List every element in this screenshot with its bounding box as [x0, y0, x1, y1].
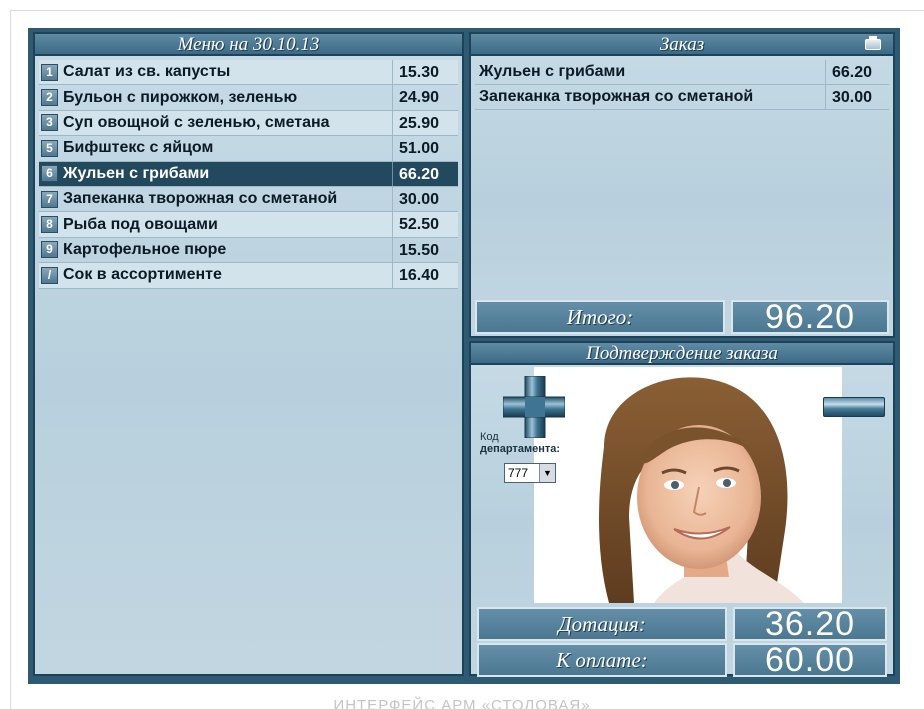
menu-item-price: 15.50	[392, 237, 458, 263]
department-code-value: 777	[508, 466, 529, 480]
page-caption: ИНТЕРФЕЙС АРМ «СТОЛОВАЯ»	[333, 697, 591, 709]
subsidy-label: Дотация:	[477, 607, 727, 641]
order-item-price: 30.00	[825, 85, 889, 109]
department-code-label: Код департамента:	[480, 431, 570, 455]
menu-item-price: 51.00	[392, 136, 458, 161]
menu-item-number: 9	[41, 241, 58, 259]
order-item-name: Запеканка творожная со сметаной	[479, 88, 754, 105]
menu-item-number: 1	[41, 63, 58, 81]
menu-item-number: 8	[41, 216, 58, 234]
menu-item-number: 5	[41, 139, 58, 157]
menu-item-name: Суп овощной с зеленью, сметана	[63, 113, 330, 131]
order-item-price: 66.20	[825, 60, 889, 84]
menu-item[interactable]: 3 Суп овощной с зеленью, сметана 25.90	[39, 110, 458, 137]
menu-item-price: 52.50	[392, 212, 458, 237]
printer-icon[interactable]	[865, 36, 881, 50]
menu-item-price: 24.90	[392, 85, 458, 110]
add-plus-button[interactable]	[502, 375, 566, 439]
menu-item-price: 15.30	[392, 60, 458, 85]
menu-item[interactable]: 6 Жульен с грибами 66.20	[39, 161, 458, 187]
menu-item[interactable]: 1 Салат из св. капусты 15.30	[39, 60, 458, 86]
total-label: Итого:	[475, 300, 725, 334]
to-pay-label: К оплате:	[477, 643, 727, 677]
menu-item-price: 16.40	[392, 263, 458, 288]
menu-item-name: Рыба под овощами	[63, 215, 218, 233]
menu-list: 1 Салат из св. капусты 15.30 2 Бульон с пиро…	[39, 60, 458, 289]
order-title-text: Заказ	[659, 34, 705, 55]
canteen-app-window: Меню на 30.10.13 1 Салат из св. капусты 15…	[28, 28, 900, 684]
menu-item-number: 6	[41, 165, 58, 183]
department-code-label-line2: департамента:	[480, 443, 561, 455]
order-list: Жульен с грибами 66.20 Запеканка творожная…	[475, 60, 889, 110]
order-title: Заказ	[471, 34, 893, 56]
menu-item-name: Салат из св. капусты	[63, 63, 231, 81]
order-item-name: Жульен с грибами	[479, 63, 626, 80]
confirm-panel: Подтверждение заказа Код департамента: 7…	[469, 341, 895, 677]
menu-item-name: Жульен с грибами	[63, 164, 210, 182]
order-item[interactable]: Жульен с грибами 66.20	[475, 60, 889, 85]
customer-photo-image	[534, 367, 842, 603]
remove-minus-button[interactable]	[823, 397, 885, 417]
menu-item[interactable]: 8 Рыба под овощами 52.50	[39, 212, 458, 238]
to-pay-value: 60.00	[733, 643, 887, 677]
menu-item-name: Бульон с пирожком, зеленью	[63, 88, 298, 106]
confirm-title: Подтверждение заказа	[471, 343, 893, 365]
menu-item-name: Запеканка творожная со сметаной	[63, 190, 338, 208]
order-item[interactable]: Запеканка творожная со сметаной 30.00	[475, 85, 889, 110]
menu-item-name: Картофельное пюре	[63, 240, 227, 258]
menu-item-number: 3	[41, 114, 58, 132]
menu-item[interactable]: 7 Запеканка творожная со сметаной 30.00	[39, 186, 458, 213]
plus-icon	[502, 375, 566, 439]
menu-item-number: 7	[41, 190, 58, 208]
menu-title: Меню на 30.10.13	[35, 34, 462, 56]
order-panel: Заказ Жульен с грибами 66.20 Запеканка тво…	[469, 32, 895, 338]
menu-item-number: /	[41, 266, 58, 284]
department-code-select[interactable]: 777 ▼	[504, 463, 556, 483]
department-code-label-line1: Код	[480, 431, 499, 443]
customer-photo	[534, 367, 842, 603]
menu-panel: Меню на 30.10.13 1 Салат из св. капусты 15…	[33, 32, 464, 676]
menu-item-price: 25.90	[392, 110, 458, 136]
total-row: Итого: 96.20	[475, 300, 889, 334]
menu-item-price: 66.20	[392, 161, 458, 186]
menu-item[interactable]: / Сок в ассортименте 16.40	[39, 263, 458, 289]
chevron-down-icon[interactable]: ▼	[539, 464, 555, 482]
subsidy-value: 36.20	[733, 607, 887, 641]
menu-item-name: Сок в ассортименте	[63, 266, 222, 284]
menu-item[interactable]: 5 Бифштекс с яйцом 51.00	[39, 136, 458, 162]
menu-item-name: Бифштекс с яйцом	[63, 139, 214, 157]
subsidy-row: Дотация: 36.20	[477, 607, 887, 641]
menu-item-price: 30.00	[392, 186, 458, 212]
to-pay-row: К оплате: 60.00	[477, 643, 887, 677]
menu-item[interactable]: 2 Бульон с пирожком, зеленью 24.90	[39, 85, 458, 111]
menu-item[interactable]: 9 Картофельное пюре 15.50	[39, 237, 458, 264]
confirm-body: Код департамента: 777 ▼ Дотация: 36.20 К…	[473, 367, 891, 677]
total-value: 96.20	[731, 300, 889, 334]
menu-item-number: 2	[41, 89, 58, 107]
